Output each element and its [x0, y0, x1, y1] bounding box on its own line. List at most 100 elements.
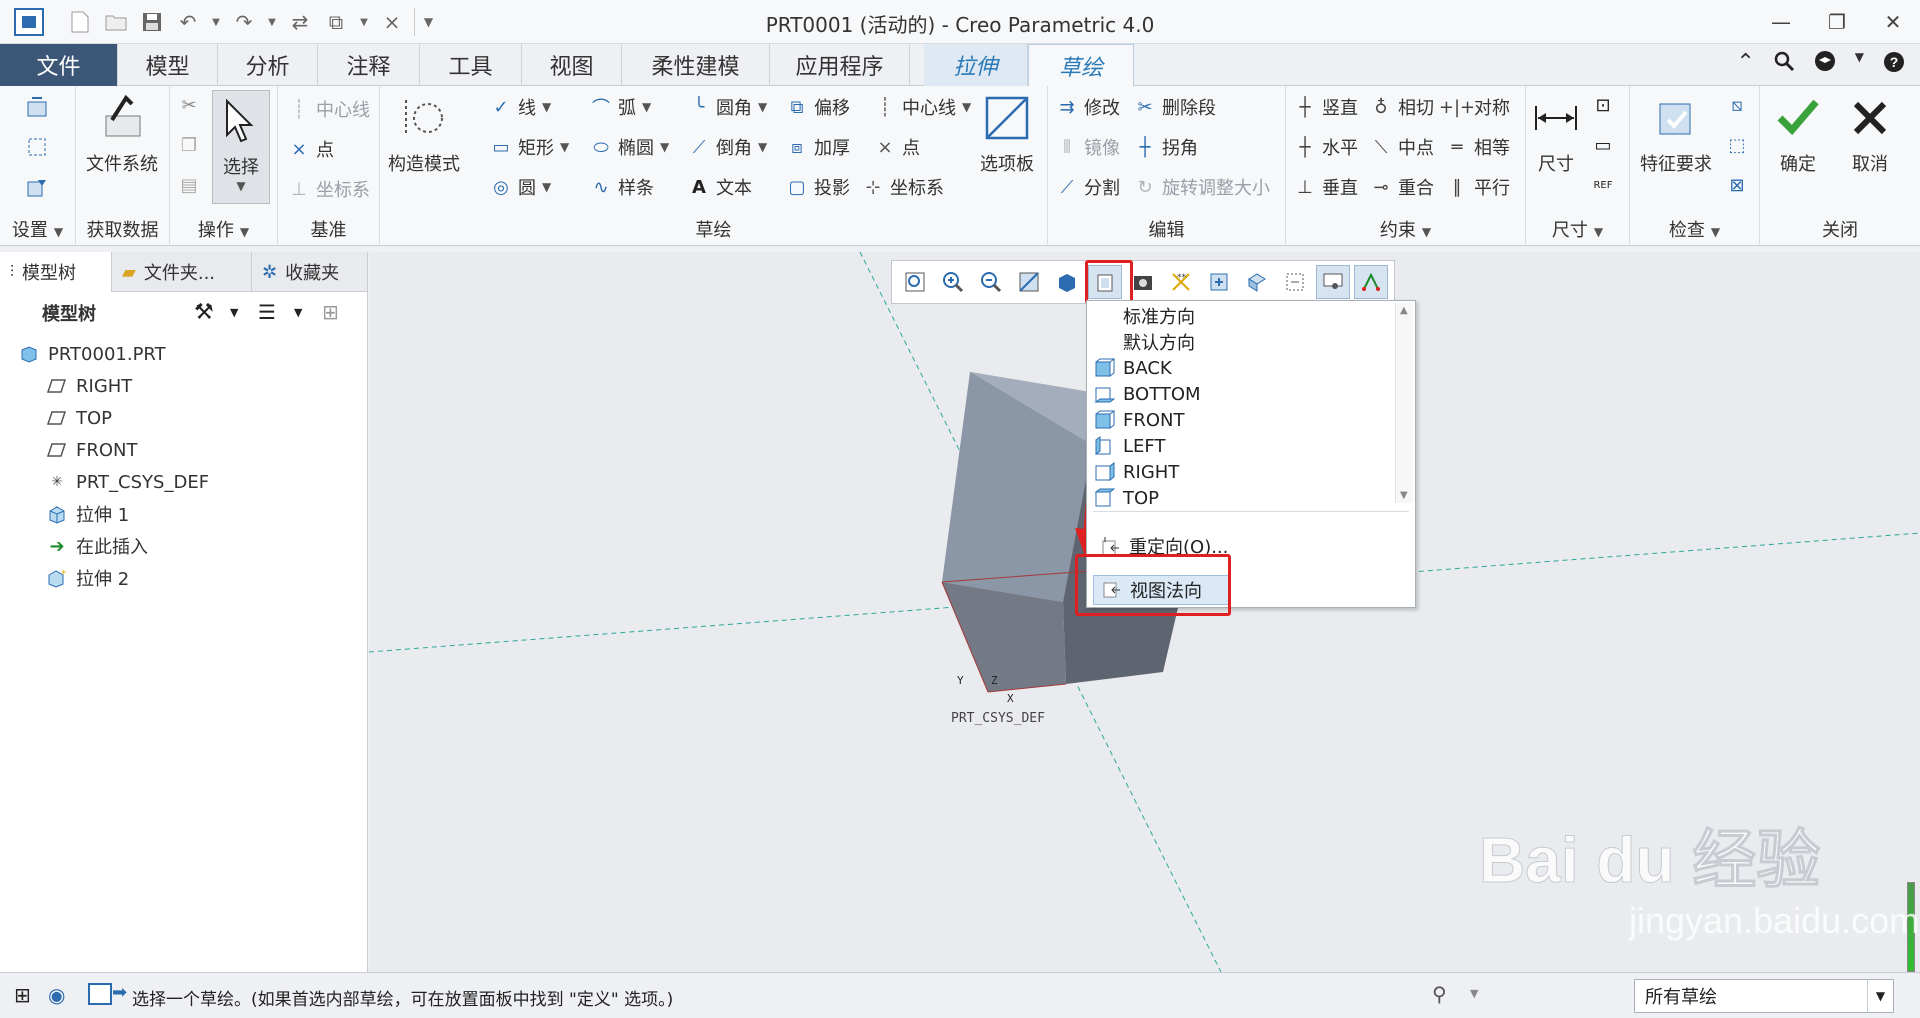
- modify-button[interactable]: ⇉ 修改: [1056, 94, 1120, 120]
- tree-settings-dropdown-icon[interactable]: ▼: [230, 306, 238, 319]
- sketcher-display-icon[interactable]: [1316, 265, 1350, 299]
- cancel-button[interactable]: 取消: [1846, 94, 1894, 176]
- scroll-down-icon[interactable]: ▼: [1400, 490, 1408, 501]
- spin-center-icon[interactable]: [1202, 265, 1236, 299]
- symmetric-constraint-button[interactable]: +|+ 对称: [1439, 94, 1510, 120]
- tree-node-right[interactable]: RIGHT: [46, 372, 132, 400]
- tab-analysis[interactable]: 分析: [218, 44, 318, 86]
- minimize-icon[interactable]: —: [1764, 8, 1798, 36]
- structure-icon[interactable]: ⊞: [14, 983, 31, 1007]
- menu-item-left[interactable]: LEFT: [1093, 433, 1165, 459]
- reference-icon[interactable]: [24, 134, 50, 160]
- annotation-display-icon[interactable]: [1278, 265, 1312, 299]
- graphics-area[interactable]: PRT_CSYS_DEF Y Z X ** 标准方向 默认方向 BACK BOT…: [369, 252, 1920, 972]
- copy-icon[interactable]: ❐: [178, 134, 206, 156]
- menu-item-front[interactable]: FRONT: [1093, 407, 1185, 433]
- tab-extrude[interactable]: 拉伸: [924, 44, 1028, 86]
- circle-button[interactable]: ◎ 圆 ▼: [490, 174, 551, 200]
- tree-columns-dropdown-icon[interactable]: ▼: [294, 306, 302, 319]
- community-icon[interactable]: [1813, 50, 1837, 80]
- vertical-constraint-button[interactable]: ┼ 竖直: [1294, 94, 1358, 120]
- dropdown-icon[interactable]: ▼: [1855, 50, 1864, 80]
- paste-icon[interactable]: ▤: [178, 174, 206, 196]
- restore-icon[interactable]: ❐: [1820, 8, 1854, 36]
- help-icon[interactable]: ?: [1882, 50, 1906, 80]
- full-screen-icon[interactable]: [88, 983, 112, 1005]
- scroll-up-icon[interactable]: ▲: [1400, 305, 1408, 316]
- offset-button[interactable]: ⧉ 偏移: [786, 94, 850, 120]
- tree-settings-icon[interactable]: ⚒: [194, 300, 214, 325]
- midpoint-constraint-button[interactable]: ⟍ 中点: [1370, 134, 1434, 160]
- datum-csys-button[interactable]: ⊥ 坐标系: [288, 176, 370, 202]
- tab-flexible-modeling[interactable]: 柔性建模: [622, 44, 770, 86]
- perpendicular-constraint-button[interactable]: ⊥ 垂直: [1294, 174, 1358, 200]
- rectangle-button[interactable]: ▭ 矩形 ▼: [490, 134, 569, 160]
- perimeter-icon[interactable]: ⊡: [1592, 94, 1620, 116]
- tab-model-tree[interactable]: ⫶ 模型树: [0, 252, 112, 292]
- coincident-constraint-button[interactable]: ⊸ 重合: [1370, 174, 1434, 200]
- tab-tools[interactable]: 工具: [420, 44, 522, 86]
- arc-button[interactable]: ⌒ 弧 ▼: [590, 94, 651, 120]
- tab-view[interactable]: 视图: [522, 44, 622, 86]
- reference-dim-icon[interactable]: REF: [1592, 174, 1620, 196]
- text-button[interactable]: A 文本: [688, 174, 752, 200]
- zoom-in-icon[interactable]: [936, 265, 970, 299]
- sketch-setup-icon[interactable]: [24, 94, 50, 120]
- file-system-button[interactable]: 文件系统: [86, 94, 158, 176]
- dimension-button[interactable]: 尺寸: [1532, 94, 1580, 176]
- ellipse-button[interactable]: ⬭ 椭圆 ▼: [590, 134, 669, 160]
- tab-file[interactable]: 文件: [0, 44, 118, 86]
- centerline-button[interactable]: ┊ 中心线 ▼: [874, 94, 972, 120]
- tree-node-extrude-2[interactable]: * 拉伸 2: [46, 564, 129, 592]
- tab-annotate[interactable]: 注释: [318, 44, 420, 86]
- feature-requirements-button[interactable]: 特征要求: [1640, 94, 1712, 176]
- refit-icon[interactable]: [898, 265, 932, 299]
- find-dropdown-icon[interactable]: ▼: [1470, 987, 1478, 1000]
- tree-node-insert-here[interactable]: ➔ 在此插入: [46, 532, 148, 560]
- chamfer-button[interactable]: ⟋ 倒角 ▼: [688, 134, 768, 160]
- point-button[interactable]: × 点: [874, 134, 920, 160]
- fillet-button[interactable]: ╰ 圆角 ▼: [688, 94, 768, 120]
- palette-button[interactable]: 选项板: [980, 94, 1034, 176]
- selection-filter[interactable]: 所有草绘 ▼: [1634, 979, 1894, 1013]
- menu-scrollbar[interactable]: ▲ ▼: [1395, 303, 1413, 503]
- globe-icon[interactable]: ◉: [48, 983, 65, 1007]
- shading-icon[interactable]: [1240, 265, 1274, 299]
- datum-display-icon[interactable]: **: [1164, 265, 1198, 299]
- tab-folder-browser[interactable]: ▰ 文件夹...: [112, 252, 252, 292]
- equal-constraint-button[interactable]: ═ 相等: [1446, 134, 1510, 160]
- tree-columns-icon[interactable]: ☰: [258, 300, 276, 324]
- repaint-icon[interactable]: [1012, 265, 1046, 299]
- sketch-view-icon[interactable]: [24, 174, 50, 200]
- minimize-ribbon-icon[interactable]: ⌃: [1736, 50, 1754, 80]
- shade-closed-loops-icon[interactable]: ⊠: [1726, 174, 1754, 196]
- project-button[interactable]: ▢ 投影: [786, 174, 850, 200]
- baseline-icon[interactable]: ▭: [1592, 134, 1620, 156]
- tab-applications[interactable]: 应用程序: [770, 44, 910, 86]
- group-label-settings[interactable]: 设置 ▼: [0, 216, 75, 242]
- tangent-constraint-button[interactable]: ♁ 相切: [1370, 94, 1434, 120]
- close-icon[interactable]: ✕: [1876, 8, 1910, 36]
- menu-item-standard[interactable]: 标准方向: [1123, 303, 1195, 329]
- csys-button[interactable]: ⊹ 坐标系: [862, 174, 944, 200]
- overlapping-geometry-icon[interactable]: ⬚: [1726, 134, 1754, 156]
- spline-button[interactable]: ∿ 样条: [590, 174, 654, 200]
- delete-segment-button[interactable]: ✂ 删除段: [1134, 94, 1216, 120]
- tab-model[interactable]: 模型: [118, 44, 218, 86]
- group-label-constrain[interactable]: 约束 ▼: [1286, 216, 1525, 242]
- menu-item-right[interactable]: RIGHT: [1093, 459, 1179, 485]
- display-style-icon[interactable]: [1050, 265, 1084, 299]
- cut-icon[interactable]: ✂: [178, 94, 206, 116]
- menu-item-back[interactable]: BACK: [1093, 355, 1172, 381]
- construction-mode-button[interactable]: 构造模式: [388, 94, 460, 176]
- tab-sketch[interactable]: 草绘: [1028, 44, 1134, 86]
- line-button[interactable]: ✓ 线 ▼: [490, 94, 551, 120]
- rotate-resize-button[interactable]: ↻ 旋转调整大小: [1134, 174, 1270, 200]
- ok-button[interactable]: 确定: [1774, 94, 1822, 176]
- group-label-inspect[interactable]: 检查 ▼: [1630, 216, 1759, 242]
- thicken-button[interactable]: ⧈ 加厚: [786, 134, 850, 160]
- menu-item-top[interactable]: TOP: [1093, 485, 1159, 511]
- zoom-out-icon[interactable]: [974, 265, 1008, 299]
- tree-node-csys[interactable]: ✳ PRT_CSYS_DEF: [46, 468, 209, 496]
- menu-item-default[interactable]: 默认方向: [1123, 329, 1195, 355]
